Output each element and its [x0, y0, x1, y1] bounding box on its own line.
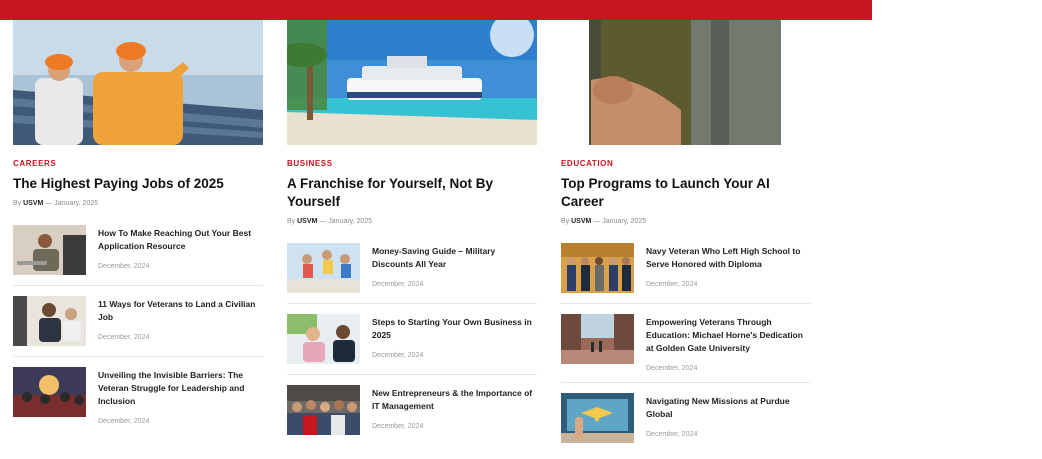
item-title[interactable]: Empowering Veterans Through Education: M…	[646, 316, 811, 355]
item-title[interactable]: Navy Veteran Who Left High School to Ser…	[646, 245, 811, 271]
byline-prefix: By	[561, 218, 570, 225]
list-item[interactable]: Steps to Starting Your Own Business in 2…	[287, 304, 537, 375]
item-title[interactable]: Steps to Starting Your Own Business in 2…	[372, 316, 537, 342]
item-date: December, 2024	[646, 365, 698, 372]
item-title[interactable]: How To Make Reaching Out Your Best Appli…	[98, 227, 263, 253]
byline-date: January, 2025	[328, 218, 373, 225]
list-item[interactable]: New Entrepreneurs & the Importance of IT…	[287, 375, 537, 445]
list-item[interactable]: 11 Ways for Veterans to Land a Civilian …	[13, 286, 263, 357]
top-brand-bar	[0, 0, 872, 20]
list-item[interactable]: Navy Veteran Who Left High School to Ser…	[561, 233, 811, 304]
thumbnail-graduation-cap-laptop[interactable]	[561, 393, 634, 443]
article-byline: By USVM — January, 2025	[561, 218, 811, 225]
hero-image-solar-workers[interactable]	[13, 20, 263, 145]
item-title[interactable]: Money-Saving Guide – Military Discounts …	[372, 245, 537, 271]
related-articles-list: Navy Veteran Who Left High School to Ser…	[561, 233, 811, 453]
list-item[interactable]: Navigating New Missions at Purdue Global…	[561, 383, 811, 453]
article-byline: By USVM — January, 2025	[13, 200, 263, 207]
thumbnail-family-jumping[interactable]	[287, 243, 360, 293]
thumbnail-man-with-laptop[interactable]	[13, 225, 86, 275]
byline-author[interactable]: USVM	[297, 218, 317, 225]
thumbnail-business-meeting[interactable]	[287, 314, 360, 364]
article-headline[interactable]: The Highest Paying Jobs of 2025	[13, 175, 263, 193]
list-item[interactable]: Money-Saving Guide – Military Discounts …	[287, 233, 537, 304]
item-date: December, 2024	[98, 263, 150, 270]
item-title[interactable]: New Entrepreneurs & the Importance of IT…	[372, 387, 537, 413]
thumbnail-job-interview[interactable]	[13, 296, 86, 346]
category-label[interactable]: BUSINESS	[287, 159, 537, 168]
byline-separator: —	[45, 200, 53, 207]
item-date: December, 2024	[646, 281, 698, 288]
byline-prefix: By	[287, 218, 296, 225]
byline-separator: —	[593, 218, 601, 225]
item-date: December, 2024	[98, 418, 150, 425]
byline-prefix: By	[13, 200, 22, 207]
byline-author[interactable]: USVM	[23, 200, 43, 207]
article-headline[interactable]: A Franchise for Yourself, Not By Yoursel…	[287, 175, 537, 211]
item-date: December, 2024	[98, 334, 150, 341]
byline-date: January, 2025	[602, 218, 647, 225]
hero-image-student-backpack[interactable]	[561, 20, 811, 145]
thumbnail-group-photo[interactable]	[287, 385, 360, 435]
hero-image-cruise-beach[interactable]	[287, 20, 537, 145]
article-column-business: BUSINESS A Franchise for Yourself, Not B…	[287, 20, 537, 445]
item-title[interactable]: Unveiling the Invisible Barriers: The Ve…	[98, 369, 263, 408]
related-articles-list: Money-Saving Guide – Military Discounts …	[287, 233, 537, 445]
item-date: December, 2024	[372, 423, 424, 430]
thumbnail-sunset-crowd[interactable]	[13, 367, 86, 417]
item-date: December, 2024	[372, 352, 424, 359]
list-item[interactable]: How To Make Reaching Out Your Best Appli…	[13, 215, 263, 286]
article-column-careers: CAREERS The Highest Paying Jobs of 2025 …	[13, 20, 263, 435]
list-item[interactable]: Unveiling the Invisible Barriers: The Ve…	[13, 357, 263, 435]
thumbnail-diploma-ceremony[interactable]	[561, 243, 634, 293]
article-column-education: EDUCATION Top Programs to Launch Your AI…	[561, 20, 811, 453]
item-title[interactable]: 11 Ways for Veterans to Land a Civilian …	[98, 298, 263, 324]
article-byline: By USVM — January, 2025	[287, 218, 537, 225]
item-date: December, 2024	[372, 281, 424, 288]
article-headline[interactable]: Top Programs to Launch Your AI Career	[561, 175, 811, 211]
byline-author[interactable]: USVM	[571, 218, 591, 225]
item-title[interactable]: Navigating New Missions at Purdue Global	[646, 395, 811, 421]
category-label[interactable]: EDUCATION	[561, 159, 811, 168]
byline-separator: —	[319, 218, 327, 225]
list-item[interactable]: Empowering Veterans Through Education: M…	[561, 304, 811, 383]
category-label[interactable]: CAREERS	[13, 159, 263, 168]
thumbnail-campus-courtyard[interactable]	[561, 314, 634, 364]
related-articles-list: How To Make Reaching Out Your Best Appli…	[13, 215, 263, 435]
item-date: December, 2024	[646, 431, 698, 438]
byline-date: January, 2025	[54, 200, 99, 207]
